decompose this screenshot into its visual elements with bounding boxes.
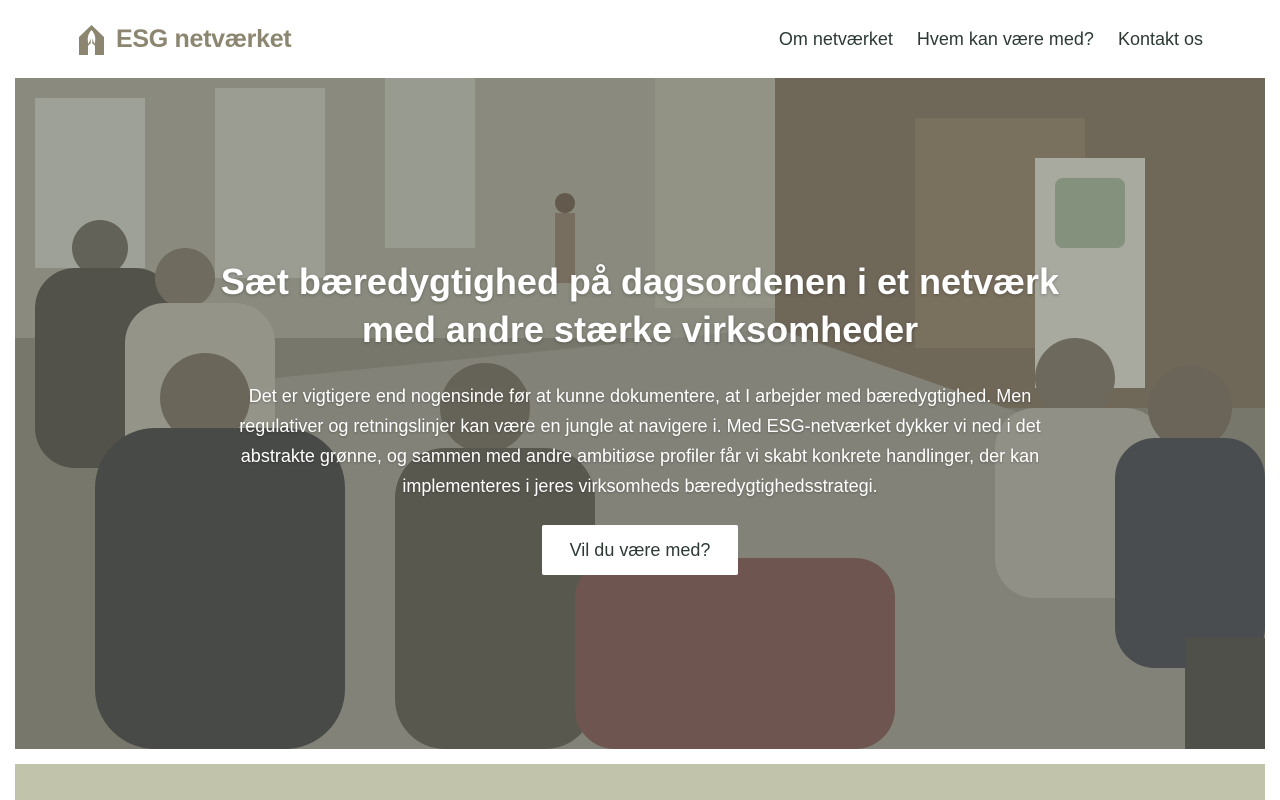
main-nav: Om netværket Hvem kan være med? Kontakt … [779,26,1203,52]
esg-leaf-house-icon [79,24,104,55]
hero-title: Sæt bæredygtighed på dagsordenen i et ne… [220,261,1060,350]
hero-section: Sæt bæredygtighed på dagsordenen i et ne… [15,78,1265,749]
next-section [15,764,1265,800]
join-button[interactable]: Vil du være med? [542,525,738,575]
nav-om-netvaerket[interactable]: Om netværket [779,26,893,52]
hero-description: Det er vigtigere end nogensinde før at k… [239,386,1041,496]
nav-hvem-kan-vaere-med[interactable]: Hvem kan være med? [917,26,1094,52]
site-header: ESG netværket Om netværket Hvem kan være… [0,0,1280,78]
nav-kontakt-os[interactable]: Kontakt os [1118,26,1203,52]
hero-content: Sæt bæredygtighed på dagsordenen i et ne… [190,258,1090,575]
logo-link[interactable]: ESG netværket [77,23,292,55]
logo-text: ESG netværket [116,25,292,53]
